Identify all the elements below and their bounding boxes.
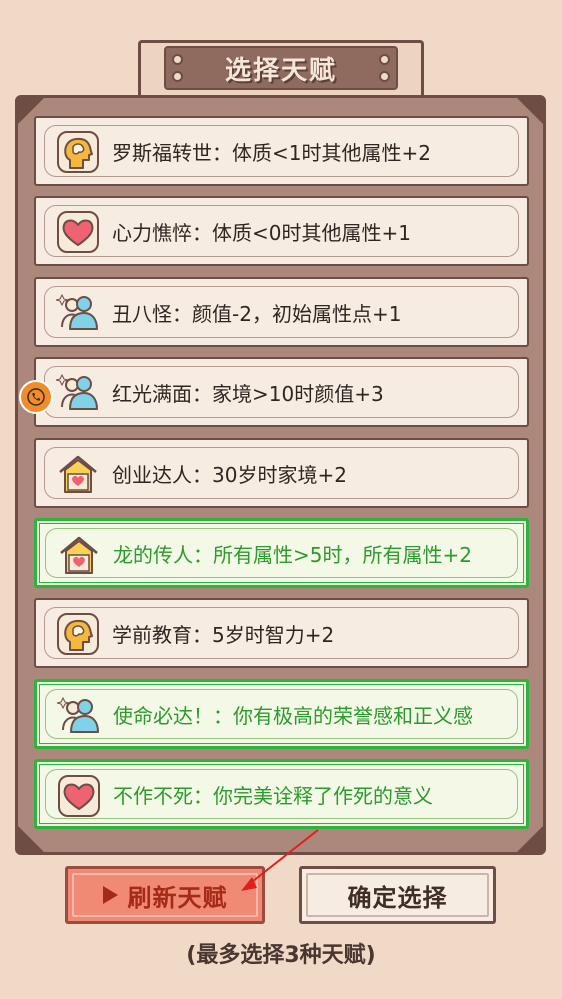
talent-label: 罗斯福转世：体质<1时其他属性+2 [112,140,431,165]
page-title: 选择天赋 [224,55,337,86]
talent-card[interactable]: 使命必达！：你有极高的荣誉感和正义感 [34,679,529,749]
refresh-talents-button[interactable]: 刷新天赋 [65,866,265,924]
talent-label: 红光满面：家境>10时颜值+3 [112,381,384,406]
rivet-icon [379,54,390,65]
refresh-label: 刷新天赋 [127,883,228,912]
talent-label: 使命必达！：你有极高的荣誉感和正义感 [113,703,473,728]
talent-card[interactable]: 不作不死：你完美诠释了作死的意义 [34,759,529,829]
talent-card[interactable]: 罗斯福转世：体质<1时其他属性+2 [34,116,529,186]
heart-icon [56,210,100,254]
people-icon [55,291,100,335]
brain-head-icon [56,612,100,656]
people-icon [55,371,100,415]
rivet-icon [172,54,183,65]
talent-label: 不作不死：你完美诠释了作死的意义 [113,783,433,808]
board-corner [18,826,44,852]
talent-card[interactable]: 学前教育：5岁时智力+2 [34,598,529,668]
talent-label: 创业达人：30岁时家境+2 [112,462,347,487]
talent-label: 心力憔悴：体质<0时其他属性+1 [112,220,411,245]
talent-label: 丑八怪：颜值-2，初始属性点+1 [112,301,402,326]
house-heart-icon [57,533,101,577]
title-banner: 选择天赋 [164,46,398,90]
talent-card[interactable]: 红光满面：家境>10时颜值+3 [34,357,529,427]
rivet-icon [172,71,183,82]
heart-icon [57,774,101,818]
talent-label: 学前教育：5岁时智力+2 [112,622,335,647]
board-corner [517,826,543,852]
rivet-icon [379,71,390,82]
talent-card[interactable]: 心力憔悴：体质<0时其他属性+1 [34,196,529,266]
confirm-label: 确定选择 [347,883,448,912]
phone-icon [27,388,45,406]
talent-card[interactable]: 丑八怪：颜值-2，初始属性点+1 [34,277,529,347]
people-icon [56,694,101,738]
call-float-button[interactable] [19,380,53,414]
selection-hint: (最多选择3种天赋) [186,943,376,968]
play-icon [102,886,118,904]
talent-card[interactable]: 龙的传人：所有属性>5时，所有属性+2 [34,518,529,588]
talent-card[interactable]: 创业达人：30岁时家境+2 [34,438,529,508]
talent-label: 龙的传人：所有属性>5时，所有属性+2 [113,542,472,567]
brain-head-icon [56,130,100,174]
confirm-selection-button[interactable]: 确定选择 [299,866,496,924]
house-heart-icon [56,452,100,496]
